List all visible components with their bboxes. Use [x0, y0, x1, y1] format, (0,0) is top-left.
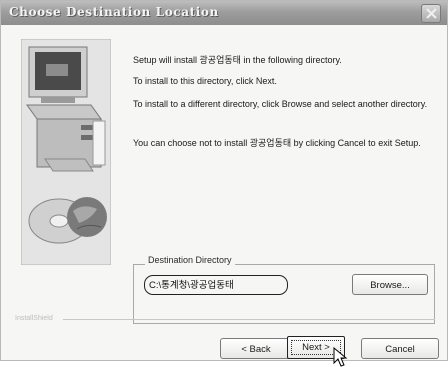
message-install-location: Setup will install 광공업동태 in the followin… — [133, 55, 342, 65]
title-bar[interactable]: Choose Destination Location — [1, 1, 447, 25]
dialog-body: Setup will install 광공업동태 in the followin… — [1, 25, 447, 367]
installshield-brand: InstallShield — [15, 315, 53, 322]
cancel-button[interactable]: Cancel — [361, 338, 439, 359]
message-browse-instructions: To install to a different directory, cli… — [133, 99, 428, 109]
setup-computer-illustration — [21, 39, 111, 265]
back-button[interactable]: < Back — [220, 338, 292, 359]
destination-directory-label: Destination Directory — [145, 255, 235, 265]
window-title: Choose Destination Location — [9, 5, 219, 19]
destination-path-field: C:\통계청\광공업동태 — [144, 275, 288, 295]
mouse-pointer-icon — [333, 347, 348, 367]
message-cancel-instructions: You can choose not to install 광공업동태 by c… — [133, 138, 421, 148]
cancel-button-label: Cancel — [385, 344, 415, 355]
browse-button[interactable]: Browse... — [352, 274, 428, 295]
browse-button-label: Browse... — [370, 280, 410, 291]
close-icon — [425, 8, 437, 19]
close-button[interactable] — [421, 4, 441, 23]
message-click-next: To install to this directory, click Next… — [133, 76, 277, 86]
footer-divider — [63, 319, 435, 320]
back-button-label: < Back — [241, 344, 271, 355]
setup-dialog: Choose Destination Location Setup will i… — [0, 0, 448, 367]
